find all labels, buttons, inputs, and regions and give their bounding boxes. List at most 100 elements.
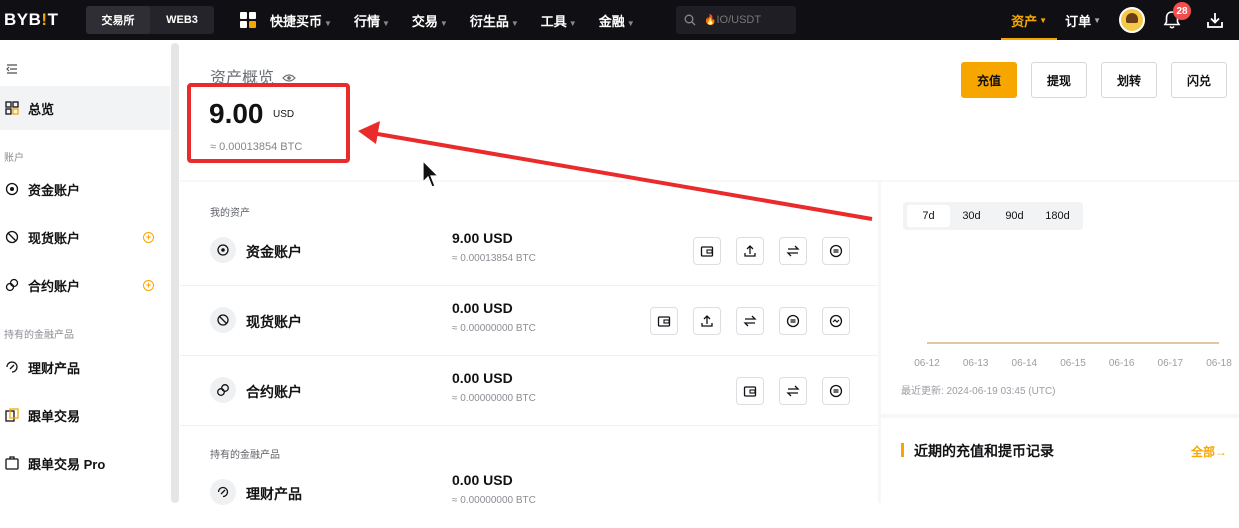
sidebar-item-copy-trading-pro[interactable]: 跟单交易 Pro <box>0 441 170 485</box>
withdraw-button[interactable]: 提现 <box>1031 62 1087 98</box>
sidebar-item-overview[interactable]: 总览 <box>0 86 170 130</box>
view-all-label: 全部 <box>1190 445 1215 459</box>
convert-action-button[interactable] <box>779 307 807 335</box>
link-icon <box>210 377 236 403</box>
upload-icon <box>701 315 713 327</box>
download-button[interactable] <box>1205 10 1225 30</box>
transfer-action-button[interactable] <box>736 307 764 335</box>
nav-label: 交易 <box>411 13 438 29</box>
nav-orders[interactable]: 订单 ▼ <box>1065 0 1101 40</box>
search-input[interactable]: 🔥 IO/USDT <box>676 6 796 34</box>
nav-label: 订单 <box>1065 13 1092 29</box>
withdraw-action-button[interactable] <box>736 237 764 265</box>
sidebar-item-earn[interactable]: 理财产品 <box>0 345 170 389</box>
convert-action-button[interactable] <box>822 237 850 265</box>
nav-derivatives[interactable]: 衍生品 ▼ <box>470 11 519 30</box>
chart-circle-icon <box>829 314 843 328</box>
deposit-action-button[interactable] <box>736 377 764 405</box>
apps-grid-icon[interactable] <box>234 6 262 34</box>
sidebar-item-label: 资金账户 <box>28 182 81 198</box>
download-icon <box>1207 13 1223 28</box>
convert-action-button[interactable] <box>822 377 850 405</box>
transfer-button[interactable]: 划转 <box>1101 62 1157 98</box>
copy-icon <box>4 407 20 423</box>
table-row[interactable]: 资金账户 9.00 USD ≈ 0.00013854 BTC <box>180 216 878 286</box>
x-tick-label: 06-17 <box>1158 358 1184 369</box>
product-btc: ≈ 0.00000000 BTC <box>452 495 536 506</box>
right-nav: 资产 ▼ 订单 ▼ 28 <box>1001 0 1239 40</box>
table-row[interactable]: 合约账户 0.00 USD ≈ 0.00000000 BTC <box>180 356 878 426</box>
sidebar-item-derivatives[interactable]: 合约账户 + <box>0 263 170 307</box>
arrow-right-icon: → <box>1215 445 1227 459</box>
segment-exchange[interactable]: 交易所 <box>86 6 150 34</box>
product-name: 理财产品 <box>246 486 302 502</box>
notification-button[interactable]: 28 <box>1163 2 1191 30</box>
search-icon <box>684 14 696 26</box>
view-all-link[interactable]: 全部→ <box>1191 443 1227 460</box>
wallet-circle-icon <box>4 181 20 197</box>
action-buttons: 充值 提现 划转 闪兑 <box>947 62 1227 98</box>
nav-finance[interactable]: 金融 ▼ <box>599 11 635 30</box>
chevron-down-icon: ▼ <box>439 18 448 28</box>
wallet-circle-icon <box>210 237 236 263</box>
top-nav-bar: BYB!T 交易所 WEB3 快捷买币 ▼ 行情 ▼ 交易 ▼ 衍生品 ▼ 工具 ▼ 金融… <box>0 0 1239 40</box>
convert-icon <box>786 314 800 328</box>
nav-trade[interactable]: 交易 ▼ <box>412 11 448 30</box>
last-updated: 最近更新: 2024-06-19 03:45 (UTC) <box>901 386 1056 397</box>
balance-chart-panel: 7d 30d 90d 180d 06-12 06-13 06-14 06-15 06-1… <box>881 182 1239 414</box>
convert-button[interactable]: 闪兑 <box>1171 62 1227 98</box>
mouse-cursor-icon <box>422 159 442 195</box>
chevron-down-icon: ▼ <box>568 18 577 28</box>
upload-icon <box>744 245 756 257</box>
transfer-action-button[interactable] <box>779 377 807 405</box>
segment-web3[interactable]: WEB3 <box>150 6 214 34</box>
row-actions <box>635 307 850 335</box>
balance-line-chart: 06-12 06-13 06-14 06-15 06-16 06-17 06-18 <box>914 342 1232 369</box>
sidebar-group-accounts: 账户 <box>4 153 24 164</box>
table-row[interactable]: 现货账户 0.00 USD ≈ 0.00000000 BTC <box>180 286 878 356</box>
nav-label: 衍生品 <box>469 13 509 29</box>
plus-circle-icon[interactable]: + <box>143 279 154 291</box>
nav-assets[interactable]: 资产 ▼ <box>1001 0 1057 40</box>
transfer-action-button[interactable] <box>779 237 807 265</box>
sidebar-item-copy-trading[interactable]: 跟单交易 <box>0 393 170 437</box>
sidebar-item-spot[interactable]: 现货账户 + <box>0 215 170 259</box>
nav-label: 工具 <box>540 13 567 29</box>
dashboard-icon <box>4 100 20 116</box>
chevron-down-icon: ▼ <box>1093 15 1101 25</box>
nav-quick-buy[interactable]: 快捷买币 ▼ <box>270 11 332 30</box>
bybit-logo[interactable]: BYB!T <box>4 10 74 30</box>
section-accent-bar <box>901 443 904 457</box>
account-btc: ≈ 0.00013854 BTC <box>452 253 536 264</box>
row-actions <box>721 377 850 405</box>
deposit-action-button[interactable] <box>693 237 721 265</box>
my-assets-panel: 我的资产 资金账户 9.00 USD ≈ 0.00013854 BTC 现货账户… <box>180 182 878 506</box>
deposit-button[interactable]: 充值 <box>961 62 1017 98</box>
earn-icon <box>4 359 20 375</box>
nav-markets[interactable]: 行情 ▼ <box>354 11 390 30</box>
account-btc: ≈ 0.00000000 BTC <box>452 323 536 334</box>
nav-tools[interactable]: 工具 ▼ <box>541 11 577 30</box>
exchange-web3-switch: 交易所 WEB3 <box>86 6 214 34</box>
main-content: 资产概览 9.00 USD ≈ 0.00013854 BTC 充值 提现 划转 … <box>180 40 1239 506</box>
plus-circle-icon[interactable]: + <box>143 231 154 243</box>
logo-text-main: BYB <box>4 10 42 29</box>
deposit-action-button[interactable] <box>650 307 678 335</box>
sidebar-item-funding[interactable]: 资金账户 <box>0 167 170 211</box>
chevron-down-icon: ▼ <box>626 18 635 28</box>
sidebar-scrollbar[interactable] <box>171 43 179 503</box>
nav-label: 行情 <box>353 13 380 29</box>
account-amount: 0.00 USD <box>452 370 513 386</box>
withdraw-action-button[interactable] <box>693 307 721 335</box>
recent-records-title: 近期的充值和提币记录 <box>914 443 1054 459</box>
flame-icon: 🔥 <box>704 14 717 26</box>
collapse-menu-icon[interactable] <box>6 64 18 77</box>
sidebar-item-label: 总览 <box>28 101 55 117</box>
table-row[interactable]: 理财产品 0.00 USD ≈ 0.00000000 BTC <box>180 458 878 528</box>
sidebar-group-products: 持有的金融产品 <box>4 330 74 341</box>
link-icon <box>4 277 20 293</box>
avatar[interactable] <box>1119 7 1145 33</box>
row-actions <box>678 237 850 265</box>
trade-action-button[interactable] <box>822 307 850 335</box>
earn-icon <box>210 479 236 505</box>
